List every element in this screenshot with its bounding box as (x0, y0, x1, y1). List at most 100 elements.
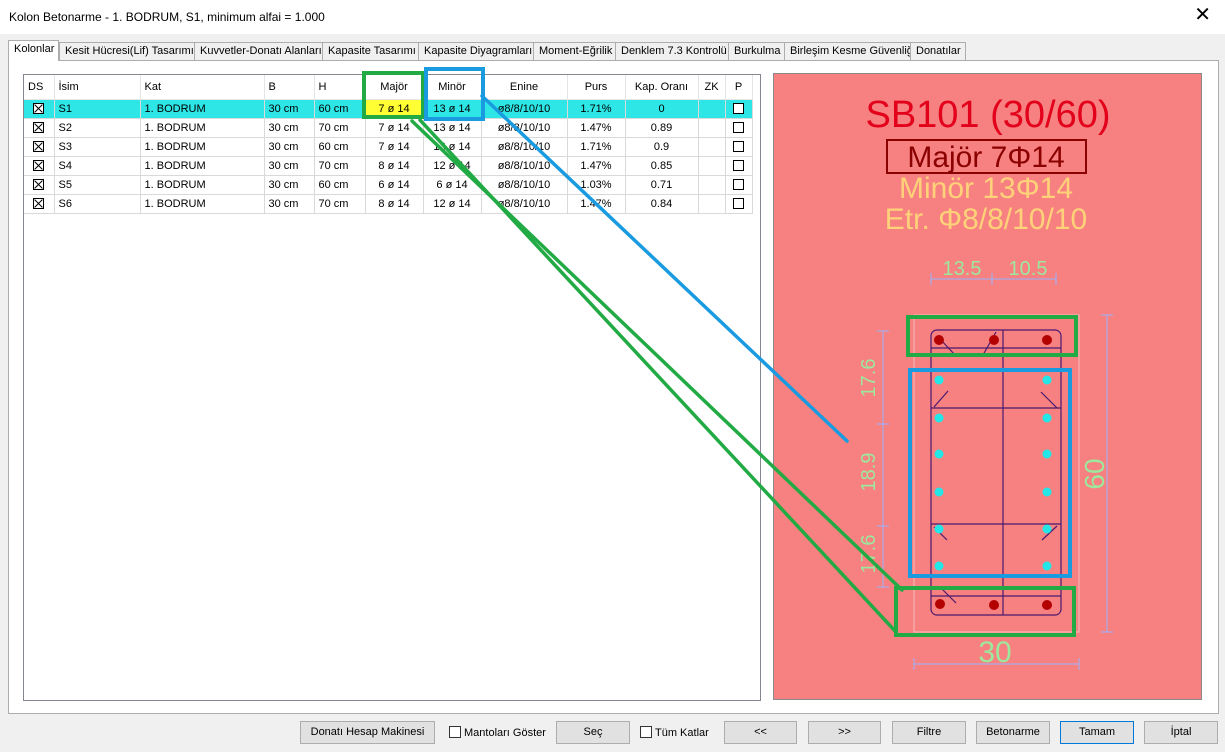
ds-checkbox[interactable] (24, 118, 55, 138)
cell-enine: ø8/8/10/10 (481, 156, 568, 176)
major-bars (934, 335, 1052, 610)
tab-denklem[interactable]: Denklem 7.3 Kontrolü (615, 42, 732, 60)
cell-name: S5 (54, 175, 141, 195)
table-row[interactable]: S5 1. BODRUM 30 cm 60 cm 6 ø 14 6 ø 14 ø… (24, 175, 753, 195)
tab-kesit-hucresi[interactable]: Kesit Hücresi(Lif) Tasarımı (59, 42, 199, 60)
col-b[interactable]: B (264, 75, 315, 100)
col-major[interactable]: Majör (365, 75, 424, 100)
tab-moment-egrilik[interactable]: Moment-Eğrilik (533, 42, 618, 60)
cell-major[interactable]: 7 ø 14 (365, 99, 424, 119)
cell-b: 30 cm (264, 156, 315, 176)
cell-minor: 12 ø 14 (423, 194, 482, 214)
cell-floor: 1. BODRUM (140, 99, 265, 119)
minor-label: Minör 13Φ14 (899, 172, 1073, 205)
cell-name: S1 (54, 99, 141, 119)
table-row[interactable]: S3 1. BODRUM 30 cm 60 cm 7 ø 14 13 ø 14 … (24, 137, 753, 157)
dim-width: 30 (978, 636, 1011, 669)
dim-left-bottom: 17.6 (858, 535, 880, 574)
p-checkbox[interactable] (725, 118, 753, 138)
cell-zk (698, 118, 726, 138)
tab-strip: Kolonlar Kesit Hücresi(Lif) Tasarımı Kuv… (8, 40, 1218, 61)
mantolar-checkbox-box[interactable] (449, 726, 461, 738)
table-row[interactable]: S6 1. BODRUM 30 cm 70 cm 8 ø 14 12 ø 14 … (24, 194, 753, 214)
dim-left-top: 17.6 (858, 359, 880, 398)
columns-grid: DS İsim Kat B H Majör Minör Enine Purs K… (24, 75, 753, 214)
ok-button[interactable]: Tamam (1060, 721, 1134, 744)
col-zk[interactable]: ZK (698, 75, 726, 100)
cell-minor: 13 ø 14 (423, 137, 482, 157)
ds-checkbox[interactable] (24, 156, 55, 176)
betonarme-button[interactable]: Betonarme (976, 721, 1050, 744)
cell-enine: ø8/8/10/10 (481, 99, 568, 119)
col-enine[interactable]: Enine (481, 75, 568, 100)
p-checkbox[interactable] (725, 137, 753, 157)
cell-name: S3 (54, 137, 141, 157)
cell-b: 30 cm (264, 175, 315, 195)
cell-ratio: 0.9 (625, 137, 699, 157)
cell-name: S4 (54, 156, 141, 176)
window-title: Kolon Betonarme - 1. BODRUM, S1, minimum… (9, 10, 325, 24)
cell-b: 30 cm (264, 118, 315, 138)
cell-minor: 12 ø 14 (423, 156, 482, 176)
p-checkbox[interactable] (725, 194, 753, 214)
p-checkbox[interactable] (725, 99, 753, 119)
ds-checkbox[interactable] (24, 99, 55, 119)
cell-ratio: 0.84 (625, 194, 699, 214)
prev-button[interactable]: << (724, 721, 797, 744)
tab-kuvvetler[interactable]: Kuvvetler-Donatı Alanları (194, 42, 327, 60)
cell-name: S6 (54, 194, 141, 214)
tab-birlesim[interactable]: Birleşim Kesme Güvenliği (784, 42, 921, 60)
ds-checkbox[interactable] (24, 137, 55, 157)
col-minor[interactable]: Minör (423, 75, 482, 100)
columns-table: DS İsim Kat B H Majör Minör Enine Purs K… (23, 74, 761, 701)
col-h[interactable]: H (314, 75, 366, 100)
next-button[interactable]: >> (808, 721, 881, 744)
cell-b: 30 cm (264, 137, 315, 157)
col-purs[interactable]: Purs (567, 75, 626, 100)
section-title: SB101 (30/60) (865, 94, 1110, 136)
tab-kapasite-diyagramlari[interactable]: Kapasite Diyagramları (418, 42, 538, 60)
tab-kolonlar[interactable]: Kolonlar (8, 40, 60, 61)
table-row[interactable]: S4 1. BODRUM 30 cm 70 cm 8 ø 14 12 ø 14 … (24, 156, 753, 176)
table-row[interactable]: S1 1. BODRUM 30 cm 60 cm 7 ø 14 13 ø 14 … (24, 99, 753, 119)
tab-kapasite-tasarimi[interactable]: Kapasite Tasarımı (322, 42, 421, 60)
p-checkbox[interactable] (725, 175, 753, 195)
rebar-calculator-button[interactable]: Donatı Hesap Makinesi (300, 721, 435, 744)
cancel-button[interactable]: İptal (1144, 721, 1218, 744)
tab-burkulma[interactable]: Burkulma (728, 42, 786, 60)
filter-button[interactable]: Filtre (892, 721, 966, 744)
cell-ratio: 0.71 (625, 175, 699, 195)
col-kat[interactable]: Kat (140, 75, 265, 100)
dim-left-mid: 18.9 (858, 453, 880, 492)
cell-minor: 13 ø 14 (423, 118, 482, 138)
cell-b: 30 cm (264, 99, 315, 119)
col-p[interactable]: P (725, 75, 753, 100)
ds-checkbox[interactable] (24, 175, 55, 195)
tum-katlar-checkbox-box[interactable] (640, 726, 652, 738)
stirrup-label: Etr. Φ8/8/10/10 (885, 203, 1087, 236)
tum-katlar-checkbox[interactable]: Tüm Katlar (640, 726, 709, 739)
cell-purs: 1.47% (567, 156, 626, 176)
cell-ratio: 0 (625, 99, 699, 119)
cell-purs: 1.47% (567, 194, 626, 214)
tab-donatilar[interactable]: Donatılar (910, 42, 966, 60)
cell-ratio: 0.89 (625, 118, 699, 138)
col-ds[interactable]: DS (24, 75, 55, 100)
col-isim[interactable]: İsim (54, 75, 141, 100)
dim-top-right: 10.5 (1009, 258, 1048, 280)
major-label: Majör 7Φ14 (907, 141, 1064, 174)
p-checkbox[interactable] (725, 156, 753, 176)
col-kap-orani[interactable]: Kap. Oranı (625, 75, 699, 100)
cell-minor: 6 ø 14 (423, 175, 482, 195)
cell-ratio: 0.85 (625, 156, 699, 176)
close-icon[interactable]: ✕ (1194, 5, 1211, 25)
cell-name: S2 (54, 118, 141, 138)
sec-button[interactable]: Seç (556, 721, 630, 744)
cell-floor: 1. BODRUM (140, 118, 265, 138)
ds-checkbox[interactable] (24, 194, 55, 214)
cell-major: 8 ø 14 (365, 156, 424, 176)
section-drawing-svg: SB101 (30/60) Majör 7Φ14 Minör 13Φ14 Etr… (858, 94, 1113, 670)
mantolar-checkbox[interactable]: Mantoları Göster (449, 726, 546, 739)
cell-floor: 1. BODRUM (140, 175, 265, 195)
table-row[interactable]: S2 1. BODRUM 30 cm 70 cm 7 ø 14 13 ø 14 … (24, 118, 753, 138)
